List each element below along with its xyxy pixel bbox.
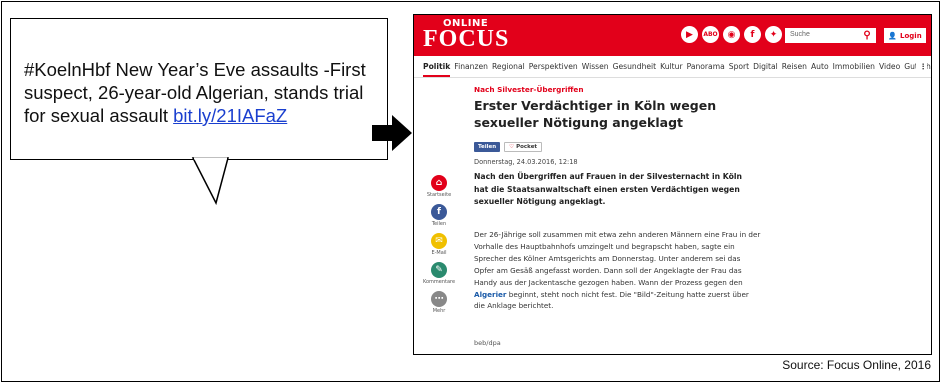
sidebar-item-mehr[interactable]: ⋯ Mehr xyxy=(431,291,447,314)
source-caption: Source: Focus Online, 2016 xyxy=(782,358,931,372)
nav-item-kultur[interactable]: Kultur xyxy=(660,62,682,71)
facebook-icon: f xyxy=(431,204,447,220)
tweet-text: #KoelnHbf New Year’s Eve assaults -First… xyxy=(24,58,376,127)
sidebar-label: Mehr xyxy=(432,308,446,314)
nav-item-digital[interactable]: Digital xyxy=(753,62,778,71)
arrow-right-icon xyxy=(372,115,412,151)
facebook-icon[interactable]: f xyxy=(744,26,761,43)
pocket-icon: ♡ xyxy=(509,144,515,150)
twitter-icon[interactable]: ✦ xyxy=(765,26,782,43)
main-nav: Politik Finanzen Regional Perspektiven W… xyxy=(414,56,931,78)
nav-item-wissen[interactable]: Wissen xyxy=(582,62,609,71)
user-icon: 👤 xyxy=(888,31,898,40)
article-date: Donnerstag, 24.03.2016, 12:18 xyxy=(474,158,578,166)
article-headline: Erster Verdächtiger in Köln wegen sexuel… xyxy=(474,98,717,130)
sidebar-item-email[interactable]: ✉ E-Mail xyxy=(431,233,447,256)
nav-item-sport[interactable]: Sport xyxy=(729,62,749,71)
article-kicker: Nach Silvester-Übergriffen xyxy=(474,85,584,94)
sidebar-item-kommentare[interactable]: ✎ Kommentare xyxy=(423,262,455,285)
more-icon: ⋯ xyxy=(431,291,447,307)
sidebar-label: Kommentare xyxy=(422,279,456,285)
nav-item-politik[interactable]: Politik xyxy=(423,62,451,77)
article-lead: Nach den Übergriffen auf Frauen in der S… xyxy=(474,172,743,206)
youtube-icon[interactable]: ▶ xyxy=(681,26,698,43)
sidebar-item-startseite[interactable]: ⌂ Startseite xyxy=(427,175,451,198)
nav-item-gesundheit[interactable]: Gesundheit xyxy=(613,62,657,71)
nav-item-video[interactable]: Video xyxy=(879,62,900,71)
focus-logo[interactable]: FOCUS xyxy=(423,26,509,53)
login-button[interactable]: 👤 Login xyxy=(884,28,926,43)
share-row: Teilen ♡ Pocket xyxy=(474,142,543,152)
share-facebook-button[interactable]: Teilen xyxy=(474,142,501,152)
body-part-2: beginnt, steht noch nicht fest. Die "Bil… xyxy=(474,289,749,311)
tweet-link[interactable]: bit.ly/21IAFaZ xyxy=(173,105,287,126)
pocket-button[interactable]: ♡ Pocket xyxy=(504,142,543,152)
login-label: Login xyxy=(900,31,922,40)
sidebar-label: E-Mail xyxy=(431,250,447,256)
instagram-icon[interactable]: ◉ xyxy=(723,26,740,43)
sidebar-label: Teilen xyxy=(431,221,447,227)
nav-item-reisen[interactable]: Reisen xyxy=(782,62,807,71)
article-body: Der 26-Jährige soll zusammen mit etwa ze… xyxy=(474,229,762,312)
nav-item-panorama[interactable]: Panorama xyxy=(687,62,725,71)
site-header: ONLINE FOCUS ▶ ABO ◉ f ✦ Suche ⚲ 👤 Login xyxy=(414,15,931,56)
nav-item-regional[interactable]: Regional xyxy=(492,62,525,71)
sidebar-item-teilen[interactable]: f Teilen xyxy=(431,204,447,227)
comment-icon: ✎ xyxy=(431,262,447,278)
home-icon: ⌂ xyxy=(430,175,447,191)
nav-item-auto[interactable]: Auto xyxy=(811,62,829,71)
sidebar-share: ⌂ Startseite f Teilen ✉ E-Mail ✎ Komment… xyxy=(419,175,459,314)
mail-icon: ✉ xyxy=(431,233,447,249)
sidebar-label: Startseite xyxy=(426,192,452,198)
nav-more-icon[interactable]: ⋮ xyxy=(916,62,927,71)
pocket-label: Pocket xyxy=(516,144,538,150)
algerier-link[interactable]: Algerier xyxy=(474,290,506,299)
article-credit: beb/dpa xyxy=(474,339,501,347)
nav-item-finanzen[interactable]: Finanzen xyxy=(454,62,488,71)
nav-item-immobilien[interactable]: Immobilien xyxy=(833,62,875,71)
body-part-1: Der 26-Jährige soll zusammen mit etwa ze… xyxy=(474,230,761,287)
social-icons: ▶ ABO ◉ f ✦ xyxy=(681,26,782,43)
focus-article-screenshot: ONLINE FOCUS ▶ ABO ◉ f ✦ Suche ⚲ 👤 Login… xyxy=(413,14,932,355)
search-icon[interactable]: ⚲ xyxy=(859,28,875,43)
nav-item-perspektiven[interactable]: Perspektiven xyxy=(529,62,578,71)
bubble-tail xyxy=(191,157,229,206)
abo-icon[interactable]: ABO xyxy=(702,26,719,43)
